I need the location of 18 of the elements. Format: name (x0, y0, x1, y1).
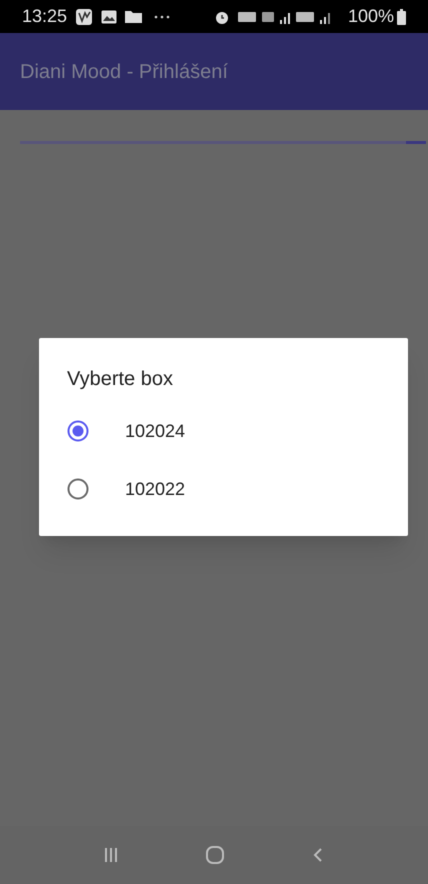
app-notification-icon (75, 8, 94, 26)
image-icon (101, 10, 118, 24)
radio-button[interactable] (67, 420, 89, 442)
radio-option[interactable]: 102024 (67, 402, 380, 460)
home-icon[interactable] (206, 846, 224, 864)
back-icon[interactable] (313, 847, 324, 863)
battery-percent: 100% (348, 5, 394, 28)
radio-button[interactable] (67, 478, 89, 500)
option-label: 102024 (125, 420, 186, 442)
recent-apps-icon[interactable] (104, 848, 117, 862)
dialog-title: Vyberte box (67, 367, 174, 392)
status-time: 13:25 (22, 5, 68, 28)
app-title: Diani Mood - Přihlášení (20, 60, 228, 84)
more-icon (154, 14, 170, 18)
folder-icon (125, 10, 142, 23)
battery-icon (397, 8, 406, 24)
option-label: 102022 (125, 478, 186, 500)
radio-option[interactable]: 102022 (67, 460, 380, 518)
